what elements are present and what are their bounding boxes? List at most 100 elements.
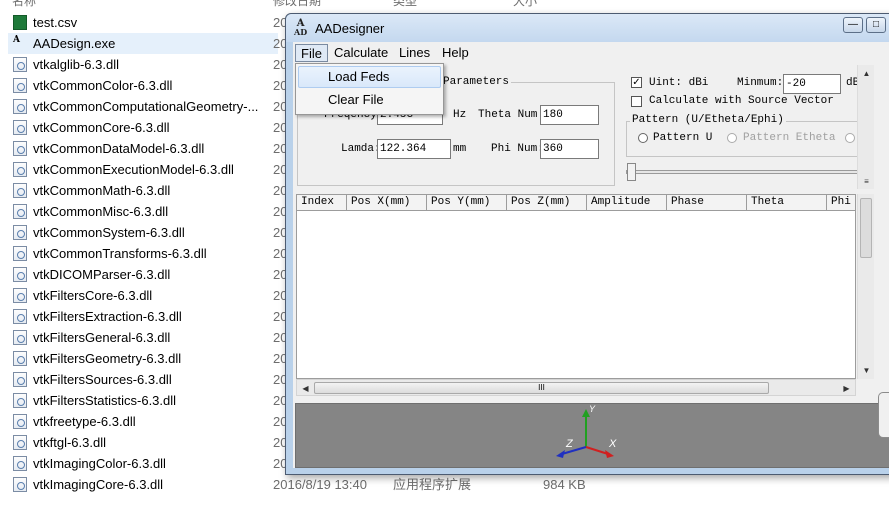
file-name: vtkCommonMath-6.3.dll: [33, 183, 171, 198]
check-icon: ✓: [632, 77, 641, 88]
table-col-theta[interactable]: Theta: [747, 195, 827, 211]
file-name: test.csv: [33, 15, 78, 30]
dll-icon: [13, 330, 27, 345]
dll-icon: [13, 120, 27, 135]
pattern-ephi-radio[interactable]: [845, 133, 855, 143]
file-name: vtkCommonDataModel-6.3.dll: [33, 141, 205, 156]
dll-icon: [13, 372, 27, 387]
file-menu-dropdown: Load Feds Clear File: [295, 63, 444, 115]
aadesigner-window: A AD AADesigner — □ File Calculate Lines…: [285, 13, 889, 475]
maximize-button[interactable]: □: [866, 17, 886, 33]
parameters-group-title: Parameters: [441, 76, 512, 88]
y-axis-label: Y: [589, 404, 596, 414]
scroll-left-icon[interactable]: ◀: [297, 380, 314, 397]
lamda-input[interactable]: 122.364: [377, 139, 451, 159]
file-name: AADesign.exe: [33, 36, 116, 51]
file-name: vtkCommonSystem-6.3.dll: [33, 225, 185, 240]
dll-icon: [13, 57, 27, 72]
file-size: 984 KB: [543, 477, 586, 492]
dll-icon: [13, 351, 27, 366]
dll-icon: [13, 141, 27, 156]
dll-icon: [13, 204, 27, 219]
dll-icon: [13, 99, 27, 114]
z-axis-arrow: [556, 450, 565, 458]
scroll-up-icon[interactable]: ▲: [858, 65, 875, 82]
table-col-amplitude[interactable]: Amplitude: [587, 195, 667, 211]
file-row[interactable]: vtkImagingCore-6.3.dll 2016/8/19 13:40 应用程…: [8, 474, 888, 495]
thumb-grip: III: [538, 383, 545, 392]
file-row[interactable]: A AADesign.exe 20: [8, 33, 287, 54]
theta-num-input[interactable]: 180: [540, 105, 599, 125]
pattern-etheta-label: Pattern Etheta: [743, 132, 836, 144]
window-title: AADesigner: [315, 21, 385, 36]
file-type: 应用程序扩展: [393, 477, 472, 492]
exe-icon: A: [13, 35, 20, 45]
x-axis-arrow: [605, 450, 614, 458]
x-axis-label: X: [608, 438, 617, 450]
lamda-label: Lamda:: [341, 143, 381, 155]
scroll-down-icon[interactable]: ▼: [858, 362, 875, 379]
pattern-etheta-radio[interactable]: [727, 133, 737, 143]
options-scrollbar[interactable]: ▲ ≡: [857, 65, 874, 189]
menu-item-clear-file[interactable]: Clear File: [298, 89, 441, 111]
menu-item-load-feds[interactable]: Load Feds: [298, 66, 441, 88]
file-name: vtkFiltersCore-6.3.dll: [33, 288, 153, 303]
calc-source-vector-checkbox[interactable]: [631, 96, 642, 107]
minimize-button[interactable]: —: [843, 17, 863, 33]
file-name: vtkCommonComputationalGeometry-...: [33, 99, 259, 114]
lamda-unit: mm: [453, 143, 467, 155]
calc-source-vector-label: Calculate with Source Vector: [649, 95, 834, 107]
table-col-phase[interactable]: Phase: [667, 195, 747, 211]
title-bar[interactable]: A AD AADesigner — □: [286, 14, 889, 42]
minimum-label: Minmum:: [737, 77, 784, 89]
minimum-input[interactable]: -20: [783, 74, 841, 94]
menu-lines[interactable]: Lines: [394, 44, 435, 62]
file-name: vtkCommonTransforms-6.3.dll: [33, 246, 207, 261]
file-name: vtkFiltersGeneral-6.3.dll: [33, 330, 171, 345]
slider-track: [626, 170, 858, 174]
phi-num-input[interactable]: 360: [540, 139, 599, 159]
table-col-posx[interactable]: Pos X(mm): [347, 195, 427, 211]
table-col-index[interactable]: Index: [297, 195, 347, 211]
pattern-u-radio[interactable]: [638, 133, 648, 143]
theta-num-label: Theta Num:: [478, 109, 545, 121]
render-viewport[interactable]: Y X Z: [295, 403, 889, 468]
table-col-posy[interactable]: Pos Y(mm): [427, 195, 507, 211]
file-name: vtkfreetype-6.3.dll: [33, 414, 136, 429]
table-hscroll-thumb[interactable]: III: [314, 382, 769, 394]
app-icon: A AD: [294, 18, 308, 37]
file-name: vtkFiltersStatistics-6.3.dll: [33, 393, 177, 408]
maximize-icon: □: [872, 19, 880, 30]
dll-icon: [13, 435, 27, 450]
unit-dbi-checkbox[interactable]: ✓: [631, 77, 642, 88]
slider-thumb[interactable]: [627, 163, 636, 181]
table-col-phi[interactable]: Phi: [827, 195, 857, 211]
menu-file[interactable]: File: [295, 44, 328, 62]
dll-icon: [13, 414, 27, 429]
table-hscrollbar[interactable]: ◀ III ▶: [296, 379, 856, 396]
file-name: vtkCommonExecutionModel-6.3.dll: [33, 162, 234, 177]
file-name: vtkftgl-6.3.dll: [33, 435, 106, 450]
dll-icon: [13, 288, 27, 303]
scroll-right-icon[interactable]: ▶: [838, 380, 855, 397]
unit-dbi-label: Uint: dBi: [649, 77, 709, 89]
column-header-date[interactable]: 修改日期: [273, 0, 321, 8]
menu-bar: File Calculate Lines Help: [293, 42, 889, 63]
dll-icon: [13, 309, 27, 324]
pattern-u-label: Pattern U: [653, 132, 713, 144]
frequency-unit: Hz: [453, 109, 467, 121]
dll-icon: [13, 477, 27, 492]
file-name: vtkFiltersGeometry-6.3.dll: [33, 351, 182, 366]
menu-calculate[interactable]: Calculate: [329, 44, 393, 62]
file-name: vtkCommonColor-6.3.dll: [33, 78, 173, 93]
menu-help[interactable]: Help: [437, 44, 474, 62]
file-name: vtkImagingColor-6.3.dll: [33, 456, 166, 471]
column-header-type[interactable]: 类型: [393, 0, 417, 8]
table-col-posz[interactable]: Pos Z(mm): [507, 195, 587, 211]
column-header-size[interactable]: 大小: [513, 0, 537, 8]
background-window-edge: [878, 392, 889, 438]
table-vscroll-thumb[interactable]: [860, 198, 872, 258]
column-header-name[interactable]: 名称: [12, 0, 36, 8]
table-vscrollbar[interactable]: ▼: [857, 194, 874, 379]
minimize-icon: —: [848, 19, 858, 30]
